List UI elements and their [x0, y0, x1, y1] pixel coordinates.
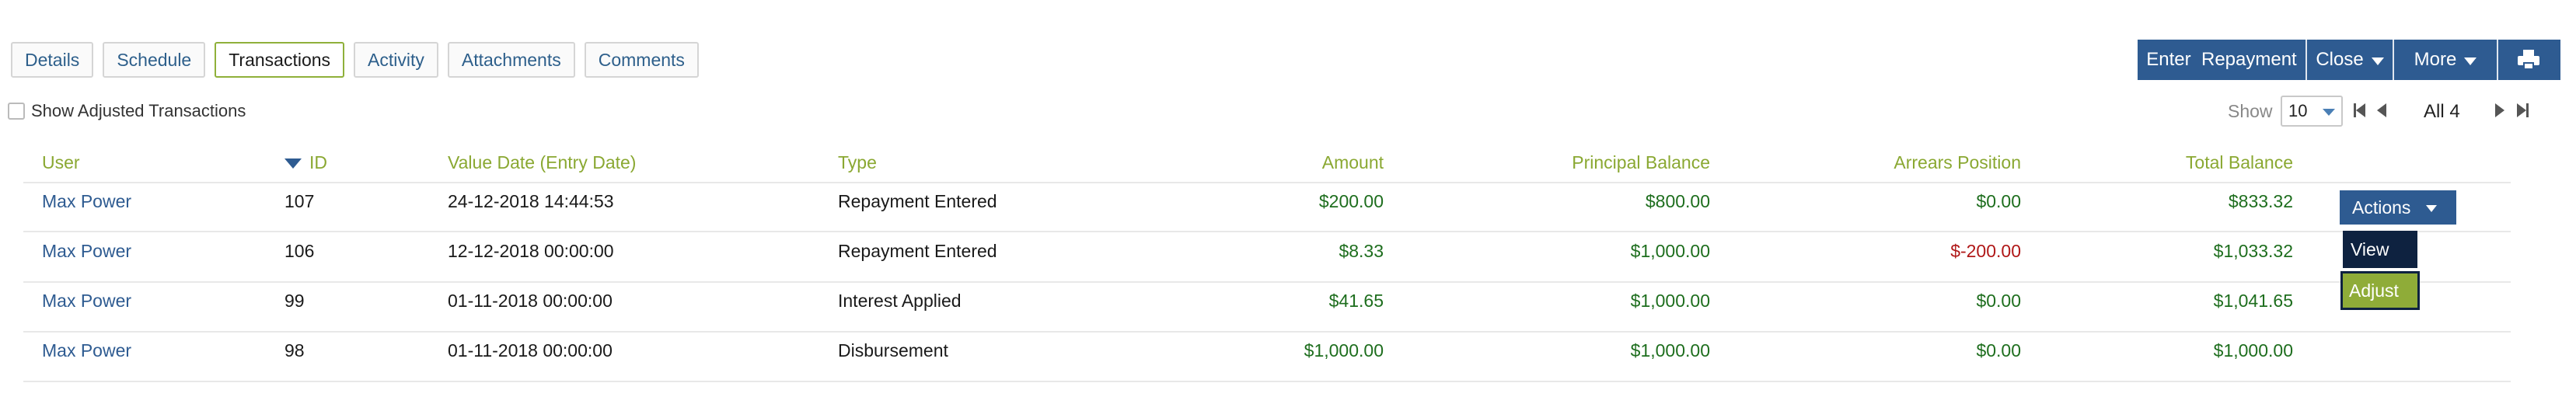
chevron-down-icon [2371, 57, 2384, 65]
transaction-type: Interest Applied [838, 291, 962, 311]
show-adjusted-label: Show Adjusted Transactions [31, 101, 246, 120]
column-header-value-date[interactable]: Value Date (Entry Date) [448, 152, 636, 173]
transaction-type: Repayment Entered [838, 241, 997, 261]
arrears-position: $-200.00 [1950, 241, 2021, 261]
transaction-id: 99 [284, 291, 305, 311]
row-divider [23, 182, 2511, 183]
page-size-select[interactable]: 10 [2281, 96, 2343, 127]
more-button[interactable]: More [2394, 40, 2497, 80]
principal-balance: $800.00 [1645, 191, 1710, 211]
transaction-id: 106 [284, 241, 315, 261]
user-link[interactable]: Max Power [42, 191, 131, 212]
action-toolbar: Enter Repayment Close More [2138, 40, 2560, 80]
transaction-type: Repayment Entered [838, 191, 997, 211]
chevron-down-icon [2426, 204, 2438, 212]
transaction-type: Disbursement [838, 340, 948, 360]
user-link[interactable]: Max Power [42, 241, 131, 262]
row-divider [23, 281, 2511, 283]
page-size-label: Show [2228, 101, 2273, 121]
chevron-down-icon [2323, 109, 2335, 116]
tab-bar: Details Schedule Transactions Activity A… [11, 42, 699, 78]
tab-attachments[interactable]: Attachments [447, 42, 575, 78]
enter-repayment-button[interactable]: Enter Repayment [2138, 40, 2305, 80]
amount: $200.00 [1318, 191, 1384, 211]
column-header-arrears-position[interactable]: Arrears Position [1788, 152, 2021, 173]
actions-button[interactable]: Actions [2340, 190, 2456, 225]
user-link[interactable]: Max Power [42, 291, 131, 312]
row-divider [23, 331, 2511, 333]
value-date: 12-12-2018 00:00:00 [448, 241, 614, 261]
tab-transactions[interactable]: Transactions [215, 42, 345, 78]
user-link[interactable]: Max Power [42, 340, 131, 361]
tab-activity[interactable]: Activity [354, 42, 438, 78]
last-page-icon[interactable] [2517, 103, 2529, 118]
total-balance: $1,033.32 [2213, 241, 2293, 261]
column-header-principal-balance[interactable]: Principal Balance [1477, 152, 1710, 173]
row-divider [23, 381, 2511, 382]
value-date: 01-11-2018 00:00:00 [448, 291, 613, 311]
previous-page-icon[interactable] [2377, 103, 2386, 118]
menu-item-view[interactable]: View [2343, 231, 2417, 268]
tab-comments[interactable]: Comments [584, 42, 699, 78]
column-header-total-balance[interactable]: Total Balance [2060, 152, 2293, 173]
total-balance: $1,041.65 [2213, 291, 2293, 311]
amount: $1,000.00 [1304, 340, 1384, 360]
show-adjusted-checkbox[interactable] [8, 103, 25, 120]
column-header-id-label: ID [309, 152, 327, 172]
page-size-value: 10 [2288, 101, 2308, 120]
arrears-position: $0.00 [1976, 340, 2021, 360]
total-balance: $833.32 [2228, 191, 2293, 211]
amount: $41.65 [1328, 291, 1384, 311]
chevron-down-icon [2464, 57, 2477, 65]
actions-label: Actions [2352, 197, 2411, 218]
value-date: 01-11-2018 00:00:00 [448, 340, 613, 360]
close-label: Close [2316, 49, 2364, 70]
transactions-page: Details Schedule Transactions Activity A… [0, 0, 2576, 404]
sort-descending-icon [284, 158, 302, 169]
column-header-id[interactable]: ID [284, 152, 327, 173]
transaction-id: 98 [284, 340, 305, 360]
tab-schedule[interactable]: Schedule [103, 42, 206, 78]
transaction-id: 107 [284, 191, 315, 211]
amount: $8.33 [1339, 241, 1384, 261]
close-button[interactable]: Close [2307, 40, 2393, 80]
print-button[interactable] [2498, 40, 2559, 80]
next-page-icon[interactable] [2495, 103, 2504, 118]
column-header-type[interactable]: Type [838, 152, 877, 173]
arrears-position: $0.00 [1976, 191, 2021, 211]
principal-balance: $1,000.00 [1630, 340, 1710, 360]
more-label: More [2414, 49, 2457, 70]
printer-icon [2518, 50, 2539, 70]
enter-repayment-label: Enter Repayment [2146, 49, 2297, 70]
page-indicator: All 4 [2424, 101, 2460, 122]
tab-details[interactable]: Details [11, 42, 94, 78]
column-header-amount[interactable]: Amount [1228, 152, 1384, 173]
row-divider [23, 231, 2511, 232]
principal-balance: $1,000.00 [1630, 291, 1710, 311]
first-page-icon[interactable] [2354, 103, 2365, 118]
value-date: 24-12-2018 14:44:53 [448, 191, 614, 211]
show-adjusted-filter: Show Adjusted Transactions [8, 101, 246, 121]
arrears-position: $0.00 [1976, 291, 2021, 311]
menu-item-adjust[interactable]: Adjust [2340, 271, 2420, 310]
principal-balance: $1,000.00 [1630, 241, 1710, 261]
total-balance: $1,000.00 [2213, 340, 2293, 360]
column-header-user[interactable]: User [42, 152, 80, 173]
